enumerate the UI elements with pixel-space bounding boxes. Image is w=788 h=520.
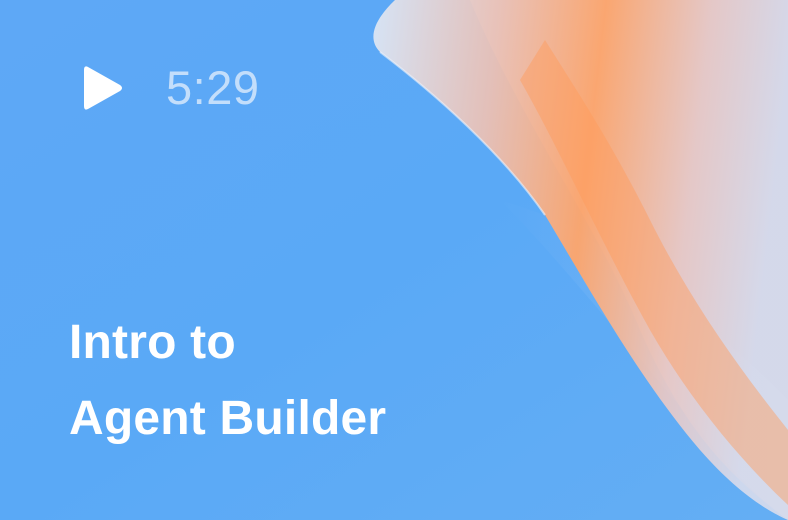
video-title-line-2: Agent Builder xyxy=(69,392,387,445)
video-title: Intro to Agent Builder xyxy=(69,305,629,457)
video-title-line-1: Intro to xyxy=(69,316,236,369)
playback-info: 5:29 xyxy=(82,60,259,116)
video-thumbnail-card[interactable]: 5:29 Intro to Agent Builder xyxy=(0,0,788,520)
video-duration: 5:29 xyxy=(166,61,260,114)
play-button[interactable] xyxy=(82,60,126,116)
play-icon xyxy=(84,66,122,110)
